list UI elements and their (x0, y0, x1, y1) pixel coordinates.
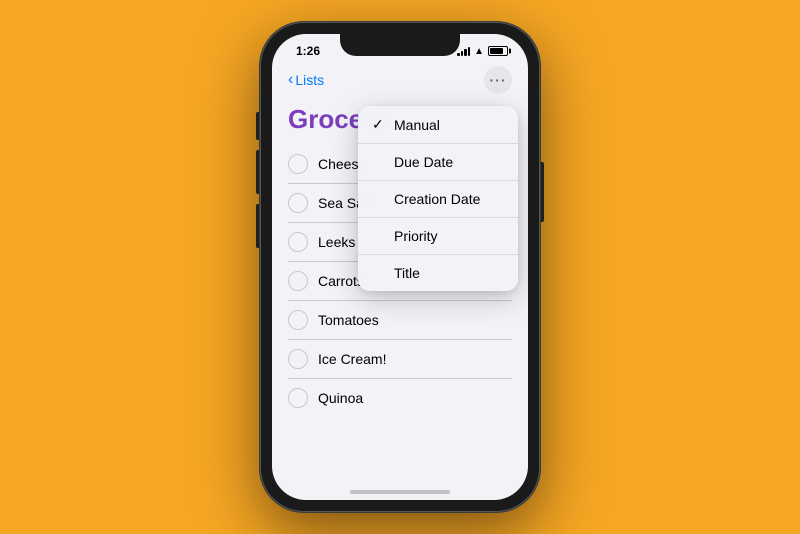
home-indicator (350, 490, 450, 494)
sort-label-creation-date: Creation Date (394, 191, 480, 207)
phone-device: 1:26 ▲ ‹ Lists ··· (260, 22, 540, 512)
item-label-quinoa: Quinoa (318, 390, 363, 406)
signal-bar-2 (461, 51, 464, 56)
sort-dropdown: ✓ Manual Due Date Creation Date Priority… (358, 106, 518, 291)
sort-label-priority: Priority (394, 228, 438, 244)
more-button[interactable]: ··· (484, 66, 512, 94)
item-label-leeks: Leeks (318, 234, 355, 250)
notch (340, 34, 460, 56)
list-item[interactable]: Ice Cream! (288, 340, 512, 379)
signal-bar-3 (464, 49, 467, 56)
status-time: 1:26 (296, 44, 320, 58)
list-item[interactable]: Quinoa (288, 379, 512, 417)
checkmark-icon: ✓ (372, 116, 386, 133)
sort-option-title[interactable]: Title (358, 255, 518, 291)
sort-option-creation-date[interactable]: Creation Date (358, 181, 518, 218)
sort-label-due-date: Due Date (394, 154, 453, 170)
more-icon: ··· (490, 72, 507, 88)
list-item[interactable]: Tomatoes (288, 301, 512, 340)
sort-option-manual[interactable]: ✓ Manual (358, 106, 518, 144)
power-button (540, 162, 544, 222)
checkbox-carrots[interactable] (288, 271, 308, 291)
sort-label-title: Title (394, 265, 420, 281)
sort-option-due-date[interactable]: Due Date (358, 144, 518, 181)
item-label-ice-cream: Ice Cream! (318, 351, 386, 367)
sort-option-priority[interactable]: Priority (358, 218, 518, 255)
battery-icon (488, 46, 508, 56)
checkbox-tomatoes[interactable] (288, 310, 308, 330)
signal-bar-1 (457, 53, 460, 56)
back-button[interactable]: ‹ Lists (288, 72, 324, 89)
item-label-tomatoes: Tomatoes (318, 312, 379, 328)
checkbox-leeks[interactable] (288, 232, 308, 252)
checkbox-cheese[interactable] (288, 154, 308, 174)
sort-label-manual: Manual (394, 117, 440, 133)
phone-screen: 1:26 ▲ ‹ Lists ··· (272, 34, 528, 500)
status-icons: ▲ (457, 46, 508, 57)
battery-fill (490, 48, 503, 54)
signal-bar-4 (468, 47, 471, 56)
checkbox-sea-salt[interactable] (288, 193, 308, 213)
signal-icon (457, 46, 470, 56)
back-chevron-icon: ‹ (288, 71, 293, 89)
nav-bar: ‹ Lists ··· (272, 62, 528, 100)
checkbox-ice-cream[interactable] (288, 349, 308, 369)
wifi-icon: ▲ (474, 46, 484, 57)
checkbox-quinoa[interactable] (288, 388, 308, 408)
back-label: Lists (295, 72, 324, 88)
